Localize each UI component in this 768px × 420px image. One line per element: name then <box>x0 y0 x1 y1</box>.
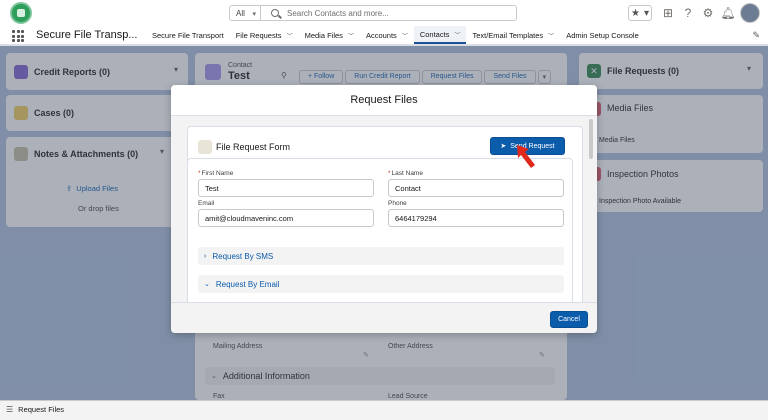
modal-footer: Cancel <box>171 302 597 333</box>
phone-field[interactable] <box>388 209 564 227</box>
form-title: File Request Form <box>216 142 291 152</box>
request-by-sms-label: Request By SMS <box>212 251 274 261</box>
add-icon[interactable]: ⊞ <box>660 6 676 20</box>
utility-request-files-label: Request Files <box>18 405 65 414</box>
list-icon: ☰ <box>6 405 14 414</box>
global-search[interactable] <box>261 5 517 21</box>
cancel-button[interactable]: Cancel <box>550 311 588 328</box>
nav-item-accounts[interactable]: Accounts ﹀ <box>360 26 414 44</box>
pencil-icon[interactable]: ✎ <box>752 30 760 41</box>
help-icon[interactable]: ? <box>680 6 696 20</box>
utility-bar: ☰ Request Files <box>0 400 768 420</box>
chevron-down-icon[interactable]: ﹀ <box>402 31 408 40</box>
app-launcher-icon[interactable] <box>12 30 24 42</box>
nav-items: Secure File Transport File Requests ﹀ Me… <box>146 26 645 44</box>
chevron-down-icon: ▾ <box>252 11 256 18</box>
nav-item-label: Admin Setup Console <box>566 30 639 40</box>
utility-request-files[interactable]: ☰ Request Files <box>6 405 64 414</box>
favorites-group[interactable]: ★ ▾ <box>628 5 652 21</box>
app-name: Secure File Transp... <box>36 29 138 41</box>
form-icon <box>198 140 212 154</box>
search-input[interactable] <box>287 8 507 19</box>
nav-item-admin-setup-console[interactable]: Admin Setup Console <box>560 26 645 44</box>
nav-item-label: Text/Email Templates <box>472 30 544 40</box>
nav-item-label: Secure File Transport <box>152 30 224 40</box>
nav-item-label: Accounts <box>365 30 397 40</box>
request-by-sms-section[interactable]: › Request By SMS <box>198 247 564 265</box>
email-label: Email <box>198 200 215 207</box>
chevron-down-icon[interactable]: ▾ <box>642 8 651 19</box>
chevron-right-icon: › <box>204 252 207 260</box>
nav-item-secure-file-transport[interactable]: Secure File Transport <box>146 26 230 44</box>
request-by-email-label: Request By Email <box>215 279 280 289</box>
last-name-label: *Last Name <box>388 170 423 177</box>
last-name-field[interactable] <box>388 179 564 197</box>
chevron-down-icon: ⌄ <box>204 281 210 288</box>
request-files-modal: Request Files File Request Form ➤ Send R… <box>171 85 597 333</box>
gear-icon[interactable]: ⚙ <box>700 6 716 20</box>
send-icon: ➤ <box>500 143 507 150</box>
nav-item-file-requests[interactable]: File Requests ﹀ <box>230 26 299 44</box>
search-scope-label: All <box>236 9 245 18</box>
phone-label: Phone <box>388 200 407 207</box>
nav-bar: Secure File Transp... Secure File Transp… <box>0 26 768 46</box>
chevron-down-icon[interactable]: ﹀ <box>287 31 293 40</box>
modal-title: Request Files <box>350 94 418 106</box>
annotation-arrow-icon <box>517 145 535 168</box>
contact-fields-panel: *First Name *Last Name Email Phone › Req… <box>187 158 573 302</box>
chevron-down-icon[interactable]: ﹀ <box>454 30 460 39</box>
avatar[interactable] <box>740 3 760 23</box>
nav-item-media-files[interactable]: Media Files ﹀ <box>299 26 360 44</box>
header-icons: ★ ▾ ⊞ ? ⚙ 🔔︎ <box>628 3 760 23</box>
nav-item-contacts[interactable]: Contacts ﹀ <box>413 26 467 44</box>
modal-scrollbar[interactable] <box>589 119 593 159</box>
chevron-down-icon[interactable]: ﹀ <box>548 31 554 40</box>
nav-item-text-email-templates[interactable]: Text/Email Templates ﹀ <box>466 26 560 44</box>
first-name-label: *First Name <box>198 170 234 177</box>
search-scope-select[interactable]: All ▾ <box>229 5 261 21</box>
modal-header: Request Files <box>171 85 597 116</box>
nav-item-label: Contacts <box>419 29 450 39</box>
email-field[interactable] <box>198 209 374 227</box>
org-logo[interactable] <box>10 2 32 24</box>
first-name-field[interactable] <box>198 179 374 197</box>
star-icon[interactable]: ★ <box>629 8 642 19</box>
bell-icon[interactable]: 🔔︎ <box>720 6 736 20</box>
search-icon <box>271 9 279 17</box>
chevron-down-icon[interactable]: ﹀ <box>348 31 354 40</box>
global-header: All ▾ ★ ▾ ⊞ ? ⚙ 🔔︎ <box>0 0 768 26</box>
nav-item-label: Media Files <box>304 30 343 40</box>
request-by-email-section[interactable]: ⌄ Request By Email <box>198 275 564 293</box>
nav-item-label: File Requests <box>235 30 282 40</box>
